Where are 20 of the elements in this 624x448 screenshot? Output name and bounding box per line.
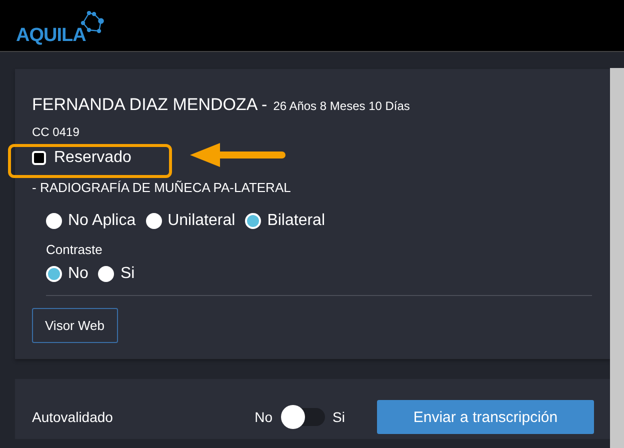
field-label: Autovalidado bbox=[32, 409, 114, 425]
radio-option[interactable]: Unilateral bbox=[146, 212, 236, 230]
send-button[interactable]: Enviar a transcripción bbox=[377, 400, 594, 434]
radio-option[interactable]: Bilateral bbox=[245, 212, 325, 230]
field-label: Contraste bbox=[46, 242, 104, 257]
patient-age: 26 Años 8 Meses 10 Días bbox=[273, 99, 410, 113]
toggle-label: No bbox=[254, 409, 273, 425]
arrow-icon bbox=[190, 143, 286, 167]
logo-text: AQUILA bbox=[16, 26, 86, 45]
radio-option[interactable]: Si bbox=[98, 265, 135, 283]
patient-name: FERNANDA DIAZ MENDOZA - bbox=[32, 95, 268, 115]
study-name: - RADIOGRAFÍA DE MUÑECA PA-LATERAL bbox=[32, 180, 292, 195]
patient-id: CC 0419 bbox=[32, 125, 80, 139]
scrollbar[interactable] bbox=[610, 68, 624, 448]
toggle-switch[interactable] bbox=[280, 408, 325, 426]
reserved-checkbox[interactable]: Reservado bbox=[32, 145, 140, 172]
toggle-label: Si bbox=[332, 409, 345, 425]
web-viewer-button[interactable]: Visor Web bbox=[32, 308, 118, 343]
radio-option[interactable]: No Aplica bbox=[46, 212, 136, 230]
radio-option[interactable]: No bbox=[46, 265, 88, 283]
